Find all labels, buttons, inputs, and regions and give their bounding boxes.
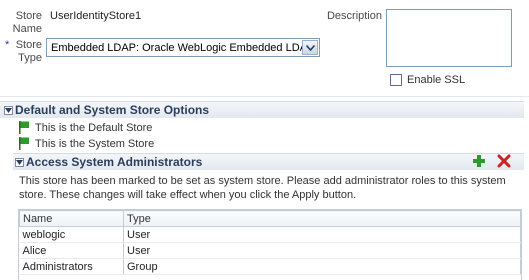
list-item: This is the Default Store [18,121,154,135]
flag-icon [18,121,32,135]
enable-ssl-field[interactable]: Enable SSL [390,74,465,86]
default-store-flags: This is the Default Store This is the Sy… [18,121,154,151]
table-row[interactable]: weblogic User [19,226,521,243]
enable-ssl-label: Enable SSL [407,74,466,86]
admins-table: Name Type weblogic User Alice User Admin… [18,209,522,280]
store-type-label: * Store Type [4,39,42,65]
column-header-type[interactable]: Type [123,210,521,227]
cell-type: User [123,242,521,259]
cell-type: Group [123,258,521,275]
divider [0,96,529,97]
admins-section-header[interactable]: Access System Administrators [13,153,524,170]
admins-section-title: Access System Administrators [26,155,203,169]
admins-info-text: This store has been marked to be set as … [19,175,506,201]
disclose-triangle-icon[interactable] [15,157,24,167]
x-icon[interactable] [497,154,513,170]
description-label: Description [326,10,382,22]
list-item: This is the System Store [18,137,154,151]
table-row[interactable]: Alice User [19,242,521,259]
default-store-text: This is the Default Store [35,122,153,134]
cell-type: User [123,226,521,243]
table-row[interactable]: Administrators Group [19,258,521,275]
default-section-header[interactable]: Default and System Store Options [0,101,524,118]
store-name-value: UserIdentityStore1 [50,10,142,22]
cell-name: weblogic [19,226,124,243]
admins-table-grid: Name Type weblogic User Alice User Admin… [19,210,521,275]
store-name-label-text: Store Name [12,10,42,35]
store-type-label-text: Store Type [15,39,42,64]
chevron-down-icon[interactable] [302,40,318,55]
column-header-name[interactable]: Name [19,210,124,227]
store-type-select-value: Embedded LDAP: Oracle WebLogic Embedded … [51,41,302,54]
store-name-label: Store Name [8,10,42,36]
description-textarea[interactable] [386,9,512,67]
disclose-triangle-icon[interactable] [4,105,13,115]
cell-name: Administrators [19,258,124,275]
enable-ssl-checkbox[interactable] [390,74,402,86]
store-type-select[interactable]: Embedded LDAP: Oracle WebLogic Embedded … [46,38,320,57]
default-section-title: Default and System Store Options [15,103,210,117]
cell-name: Alice [19,242,124,259]
plus-icon[interactable] [472,154,488,170]
flag-icon [18,137,32,151]
required-marker: * [5,39,10,51]
system-store-text: This is the System Store [35,138,155,150]
